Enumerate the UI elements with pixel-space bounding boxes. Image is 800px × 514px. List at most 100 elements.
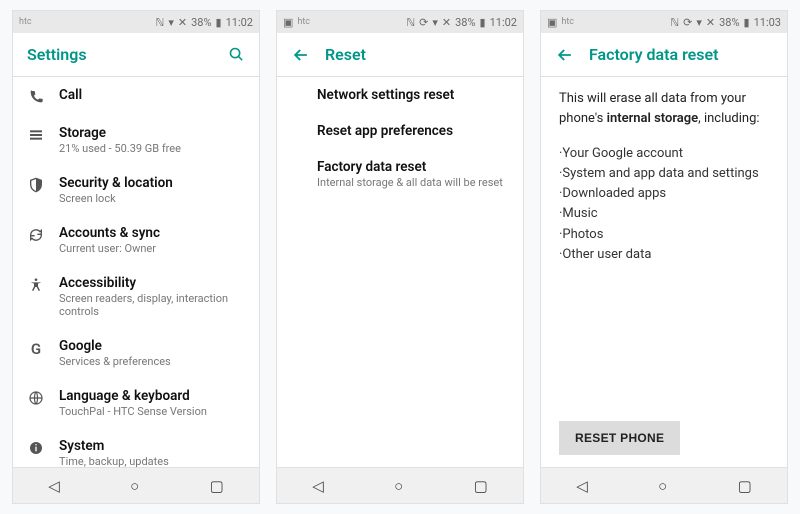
nfc-icon: ℕ [406, 16, 415, 29]
no-sim-icon: ✕ [442, 16, 451, 29]
clock-label: 11:02 [490, 16, 517, 29]
no-sim-icon: ✕ [178, 16, 187, 29]
signal-icon: ▾ [168, 16, 174, 29]
search-icon[interactable] [228, 46, 245, 63]
nfc-icon: ℕ [670, 16, 679, 29]
sync-status-icon: ⟳ [683, 16, 692, 29]
nav-bar: ◁ ○ ▢ [13, 467, 259, 503]
setting-row-call[interactable]: Call [13, 77, 259, 115]
reset-row-apps[interactable]: Reset app preferences [277, 113, 523, 149]
row-sub: Time, backup, updates [59, 455, 245, 467]
setting-row-accounts[interactable]: Accounts & syncCurrent user: Owner [13, 215, 259, 265]
factory-reset-desc: This will erase all data from your phone… [541, 77, 787, 140]
row-sub: TouchPal - HTC Sense Version [59, 405, 245, 418]
bullet: ·Music [559, 204, 769, 224]
row-sub: Screen lock [59, 192, 245, 205]
reset-row-factory[interactable]: Factory data resetInternal storage & all… [277, 149, 523, 199]
battery-icon: ▮ [216, 16, 222, 29]
nav-back-icon[interactable]: ◁ [312, 477, 324, 495]
nav-home-icon[interactable]: ○ [130, 477, 139, 495]
storage-icon [27, 125, 45, 143]
no-sim-icon: ✕ [706, 16, 715, 29]
reset-list: Network settings reset Reset app prefere… [277, 77, 523, 467]
bullet: ·Photos [559, 225, 769, 245]
setting-row-storage[interactable]: Storage21% used - 50.39 GB free [13, 115, 259, 165]
shield-icon [27, 175, 45, 193]
row-title: Network settings reset [317, 87, 509, 103]
screen-reset: ▣ htc ℕ ⟳ ▾ ✕ 38% ▮ 11:02 Reset Network … [276, 10, 524, 504]
screen-settings: htc ℕ ▾ ✕ 38% ▮ 11:02 Settings Call Stor… [12, 10, 260, 504]
desc-bold: internal storage [607, 111, 699, 126]
status-bar: ▣ htc ℕ ⟳ ▾ ✕ 38% ▮ 11:03 [541, 11, 787, 33]
setting-row-security[interactable]: Security & locationScreen lock [13, 165, 259, 215]
row-sub: Services & preferences [59, 355, 245, 368]
back-arrow-icon[interactable] [291, 45, 311, 65]
sync-status-icon: ⟳ [419, 16, 428, 29]
sync-icon [27, 225, 45, 243]
setting-row-language[interactable]: Language & keyboardTouchPal - HTC Sense … [13, 378, 259, 428]
reset-row-network[interactable]: Network settings reset [277, 77, 523, 113]
battery-pct: 38% [191, 16, 211, 29]
row-sub: Screen readers, display, interaction con… [59, 292, 245, 318]
reset-phone-button[interactable]: RESET PHONE [559, 421, 680, 455]
bullet: ·Other user data [559, 245, 769, 265]
bullet: ·Downloaded apps [559, 184, 769, 204]
carrier-label: htc [19, 17, 32, 27]
back-arrow-icon[interactable] [555, 45, 575, 65]
clock-label: 11:03 [754, 16, 781, 29]
setting-row-google[interactable]: G GoogleServices & preferences [13, 328, 259, 378]
header: Settings [13, 33, 259, 77]
nav-home-icon[interactable]: ○ [658, 477, 667, 495]
app-badge-icon: ▣ [547, 16, 557, 29]
bullet: ·Your Google account [559, 144, 769, 164]
phone-icon [27, 87, 45, 105]
nav-back-icon[interactable]: ◁ [48, 477, 60, 495]
row-title: Reset app preferences [317, 123, 509, 139]
nav-recents-icon[interactable]: ▢ [210, 477, 224, 495]
clock-label: 11:02 [226, 16, 253, 29]
battery-pct: 38% [719, 16, 739, 29]
header: Reset [277, 33, 523, 77]
nav-bar: ◁ ○ ▢ [541, 467, 787, 503]
header: Factory data reset [541, 33, 787, 77]
row-title: Accounts & sync [59, 225, 245, 241]
row-title: System [59, 438, 245, 454]
row-title: Call [59, 87, 245, 103]
row-title: Factory data reset [317, 159, 509, 175]
bullet: ·System and app data and settings [559, 164, 769, 184]
signal-icon: ▾ [696, 16, 702, 29]
nav-recents-icon[interactable]: ▢ [738, 477, 752, 495]
button-bar: RESET PHONE [541, 411, 787, 467]
page-title: Reset [325, 45, 366, 64]
signal-icon: ▾ [432, 16, 438, 29]
app-badge-icon: ▣ [283, 16, 293, 29]
row-sub: Internal storage & all data will be rese… [317, 176, 509, 189]
screen-factory-reset: ▣ htc ℕ ⟳ ▾ ✕ 38% ▮ 11:03 Factory data r… [540, 10, 788, 504]
battery-icon: ▮ [480, 16, 486, 29]
nfc-icon: ℕ [156, 16, 165, 29]
google-icon: G [27, 338, 45, 358]
page-title: Settings [27, 45, 87, 64]
row-title: Storage [59, 125, 245, 141]
nav-bar: ◁ ○ ▢ [277, 467, 523, 503]
carrier-label: htc [561, 17, 574, 27]
setting-row-system[interactable]: SystemTime, backup, updates [13, 428, 259, 467]
nav-recents-icon[interactable]: ▢ [474, 477, 488, 495]
page-title: Factory data reset [589, 45, 719, 64]
factory-reset-content: This will erase all data from your phone… [541, 77, 787, 467]
row-title: Language & keyboard [59, 388, 245, 404]
row-title: Security & location [59, 175, 245, 191]
settings-list[interactable]: Call Storage21% used - 50.39 GB free Sec… [13, 77, 259, 467]
globe-icon [27, 388, 45, 406]
battery-icon: ▮ [744, 16, 750, 29]
carrier-label: htc [297, 17, 310, 27]
status-bar: htc ℕ ▾ ✕ 38% ▮ 11:02 [13, 11, 259, 33]
info-icon [27, 438, 45, 456]
desc-post: , including: [698, 111, 759, 126]
setting-row-accessibility[interactable]: AccessibilityScreen readers, display, in… [13, 265, 259, 328]
battery-pct: 38% [455, 16, 475, 29]
status-bar: ▣ htc ℕ ⟳ ▾ ✕ 38% ▮ 11:02 [277, 11, 523, 33]
nav-home-icon[interactable]: ○ [394, 477, 403, 495]
nav-back-icon[interactable]: ◁ [576, 477, 588, 495]
row-sub: Current user: Owner [59, 242, 245, 255]
